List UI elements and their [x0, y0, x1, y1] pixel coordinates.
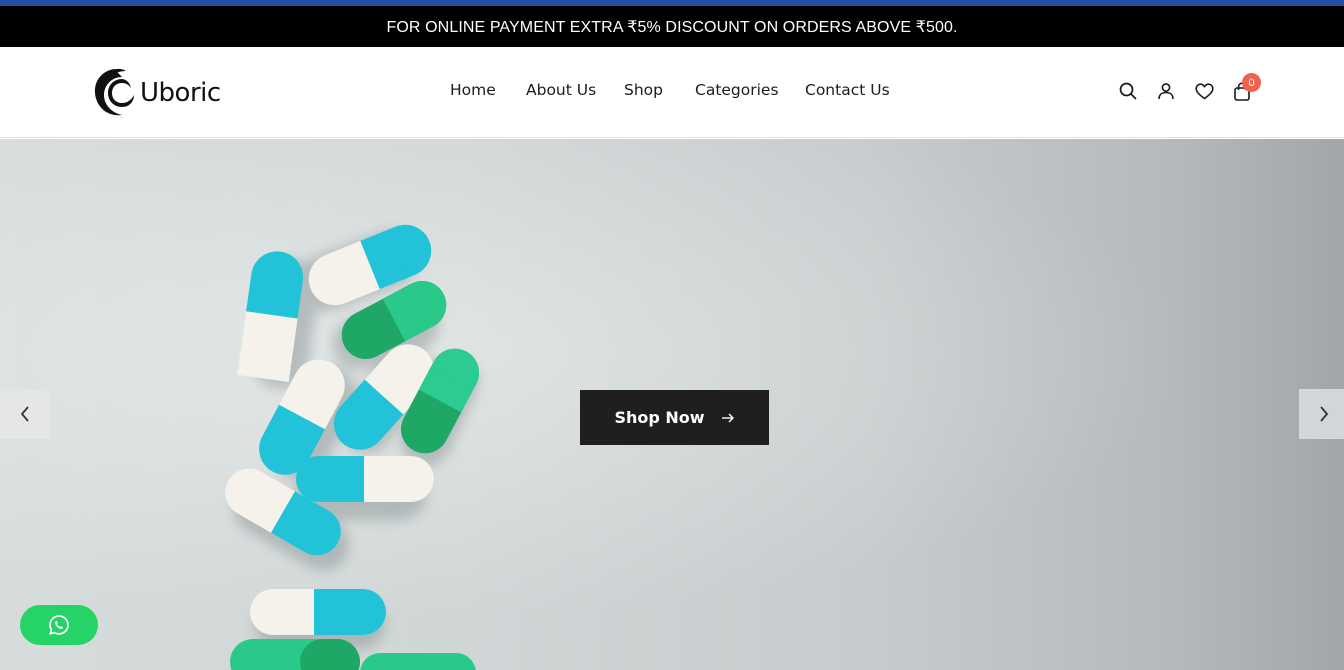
- heart-icon[interactable]: [1193, 80, 1215, 102]
- search-icon[interactable]: [1117, 80, 1139, 102]
- chevron-left-icon: [20, 406, 29, 422]
- slider-next-button[interactable]: [1299, 389, 1344, 439]
- announcement-text: FOR ONLINE PAYMENT EXTRA ₹5% DISCOUNT ON…: [386, 18, 958, 36]
- arrow-right-icon: [721, 413, 734, 422]
- announcement-bar: FOR ONLINE PAYMENT EXTRA ₹5% DISCOUNT ON…: [0, 6, 1344, 47]
- user-icon[interactable]: [1155, 80, 1177, 102]
- nav-categories[interactable]: Categories: [695, 81, 779, 99]
- site-header: Uboric Home About Us Shop Categories Con…: [0, 47, 1344, 138]
- nav-home[interactable]: Home: [450, 81, 496, 99]
- cart-count-badge: 0: [1242, 73, 1261, 92]
- shop-now-button[interactable]: Shop Now: [580, 390, 769, 445]
- logo-text: Uboric: [140, 78, 221, 108]
- slider-prev-button[interactable]: [0, 389, 50, 439]
- shop-now-label: Shop Now: [614, 408, 705, 427]
- whatsapp-icon: [49, 615, 69, 635]
- nav-about-us[interactable]: About Us: [526, 81, 596, 99]
- site-logo[interactable]: Uboric: [92, 65, 221, 121]
- nav-shop[interactable]: Shop: [624, 81, 663, 99]
- whatsapp-button[interactable]: [20, 605, 98, 645]
- logo-swirl-icon: [94, 68, 134, 118]
- nav-contact-us[interactable]: Contact Us: [805, 81, 890, 99]
- chevron-right-icon: [1320, 406, 1329, 422]
- hero-slider: Shop Now: [0, 139, 1344, 670]
